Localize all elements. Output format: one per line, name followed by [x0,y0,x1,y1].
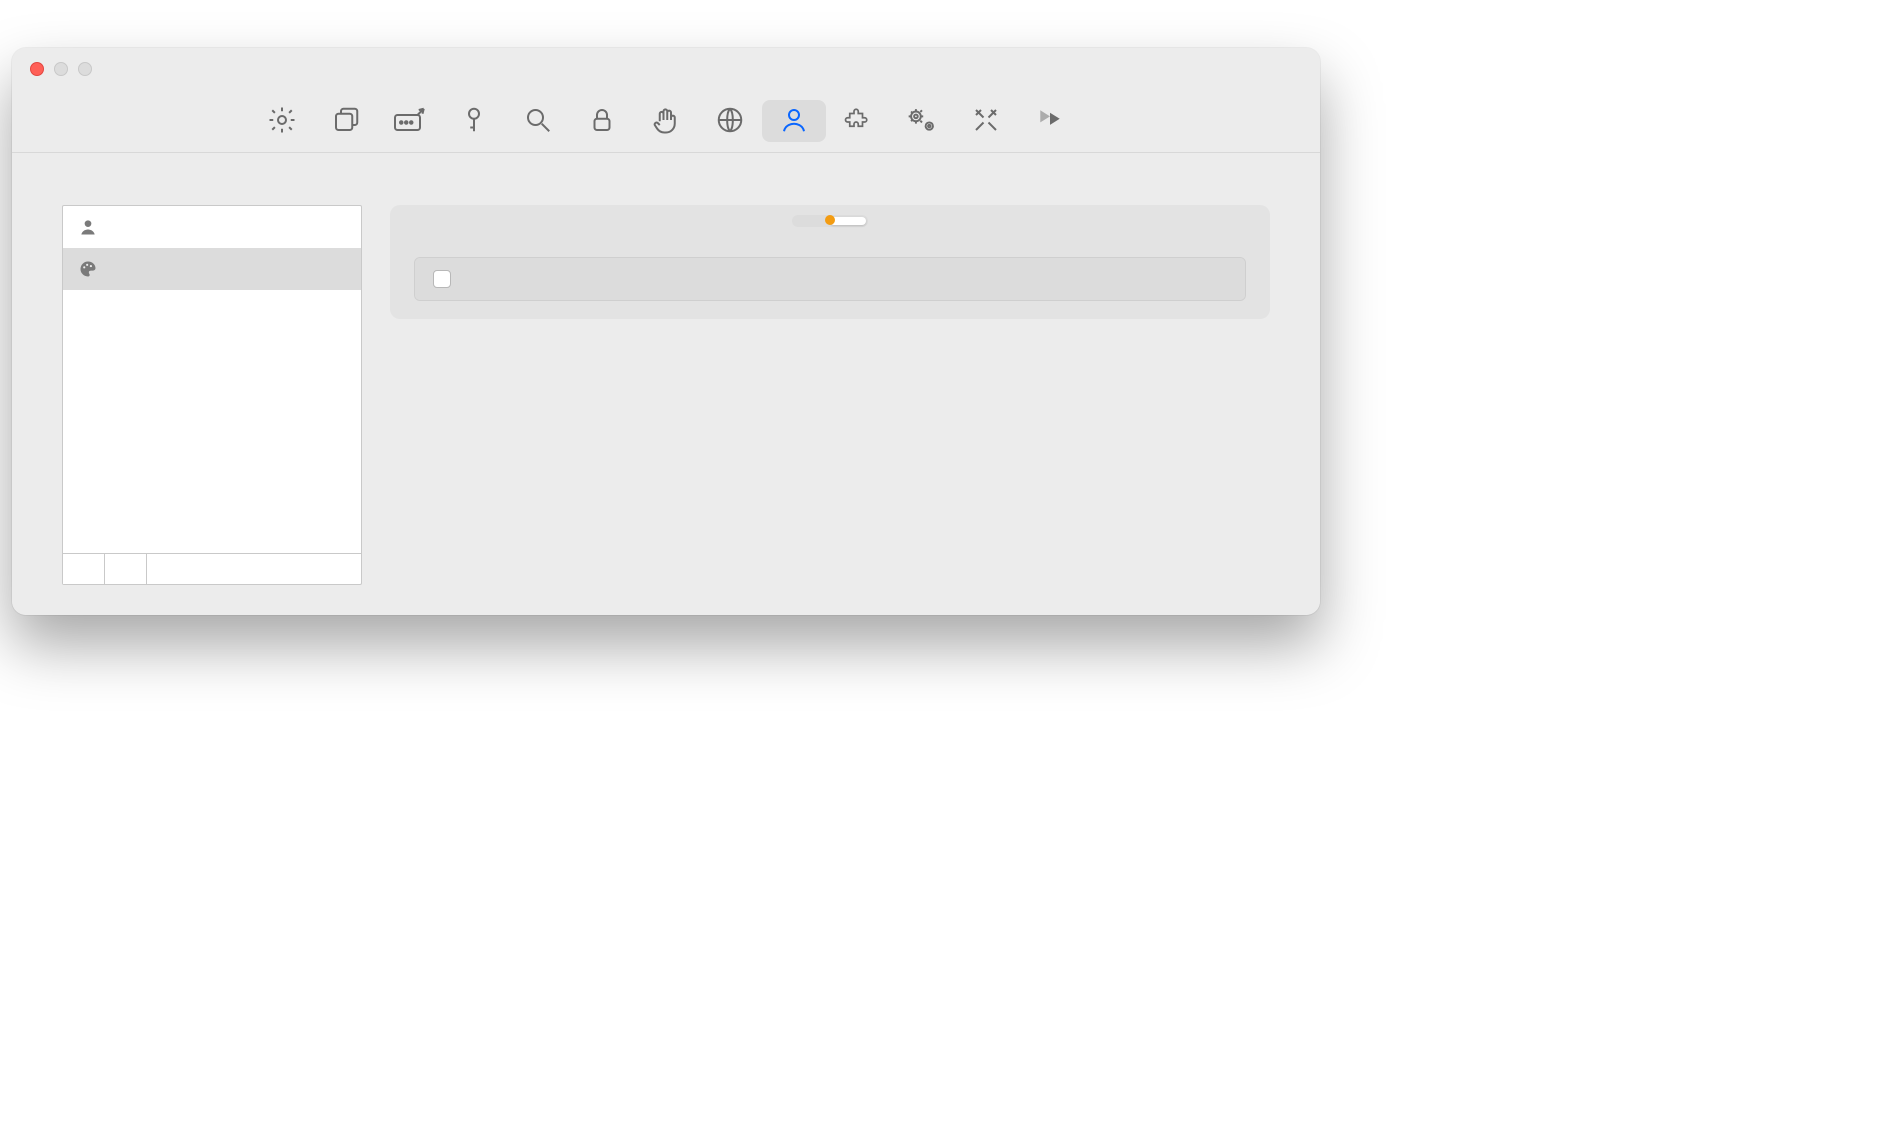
toolbar-item-security[interactable] [570,100,634,142]
toolbar-item-websites[interactable] [698,100,762,142]
content-area [12,153,1320,615]
tabs-icon [328,104,364,136]
globe-icon [712,104,748,136]
extensions-list [414,257,1246,301]
toolbar-item-profiles[interactable] [762,100,826,142]
person-icon [776,104,812,136]
toolbar-item-search[interactable] [506,100,570,142]
gears-icon [904,104,940,136]
zoom-button[interactable] [78,62,92,76]
profile-list-panel [62,205,362,585]
extensions-prompt [390,243,1270,257]
search-icon [520,104,556,136]
hand-icon [648,104,684,136]
profile-item-hobbies[interactable] [63,248,361,290]
extension-checkbox[interactable] [433,270,451,288]
add-remove-bar [63,553,361,584]
toolbar-item-autofill[interactable] [378,100,442,142]
tools-icon [968,104,1004,136]
profile-item-personal[interactable] [63,206,361,248]
toolbar-item-passwords[interactable] [442,100,506,142]
toolbar-item-extensions[interactable] [826,100,890,142]
toolbar-item-privacy[interactable] [634,100,698,142]
profile-detail-panel [390,205,1270,319]
add-profile-button[interactable] [63,554,105,584]
toolbar-item-developer[interactable] [954,100,1018,142]
autofill-icon [392,104,428,136]
lock-icon [584,104,620,136]
close-button[interactable] [30,62,44,76]
detail-tab-general[interactable] [794,217,830,225]
key-icon [456,104,492,136]
palette-icon [77,258,99,280]
settings-window [12,48,1320,615]
gear-icon [264,104,300,136]
titlebar [12,48,1320,96]
puzzle-icon [840,104,876,136]
traffic-lights [30,62,92,76]
preferences-toolbar [12,96,1320,153]
profile-list [63,206,361,553]
extension-row[interactable] [415,258,1245,300]
detail-tab-switcher [792,215,868,227]
toolbar-item-advanced[interactable] [890,100,954,142]
remove-profile-button[interactable] [105,554,147,584]
minimize-button[interactable] [54,62,68,76]
toolbar-item-feature-flags[interactable] [1018,100,1082,142]
flags-icon [1032,104,1068,136]
toolbar-item-tabs[interactable] [314,100,378,142]
toolbar-item-general[interactable] [250,100,314,142]
detail-tab-extensions[interactable] [830,217,866,225]
person-icon [77,216,99,238]
